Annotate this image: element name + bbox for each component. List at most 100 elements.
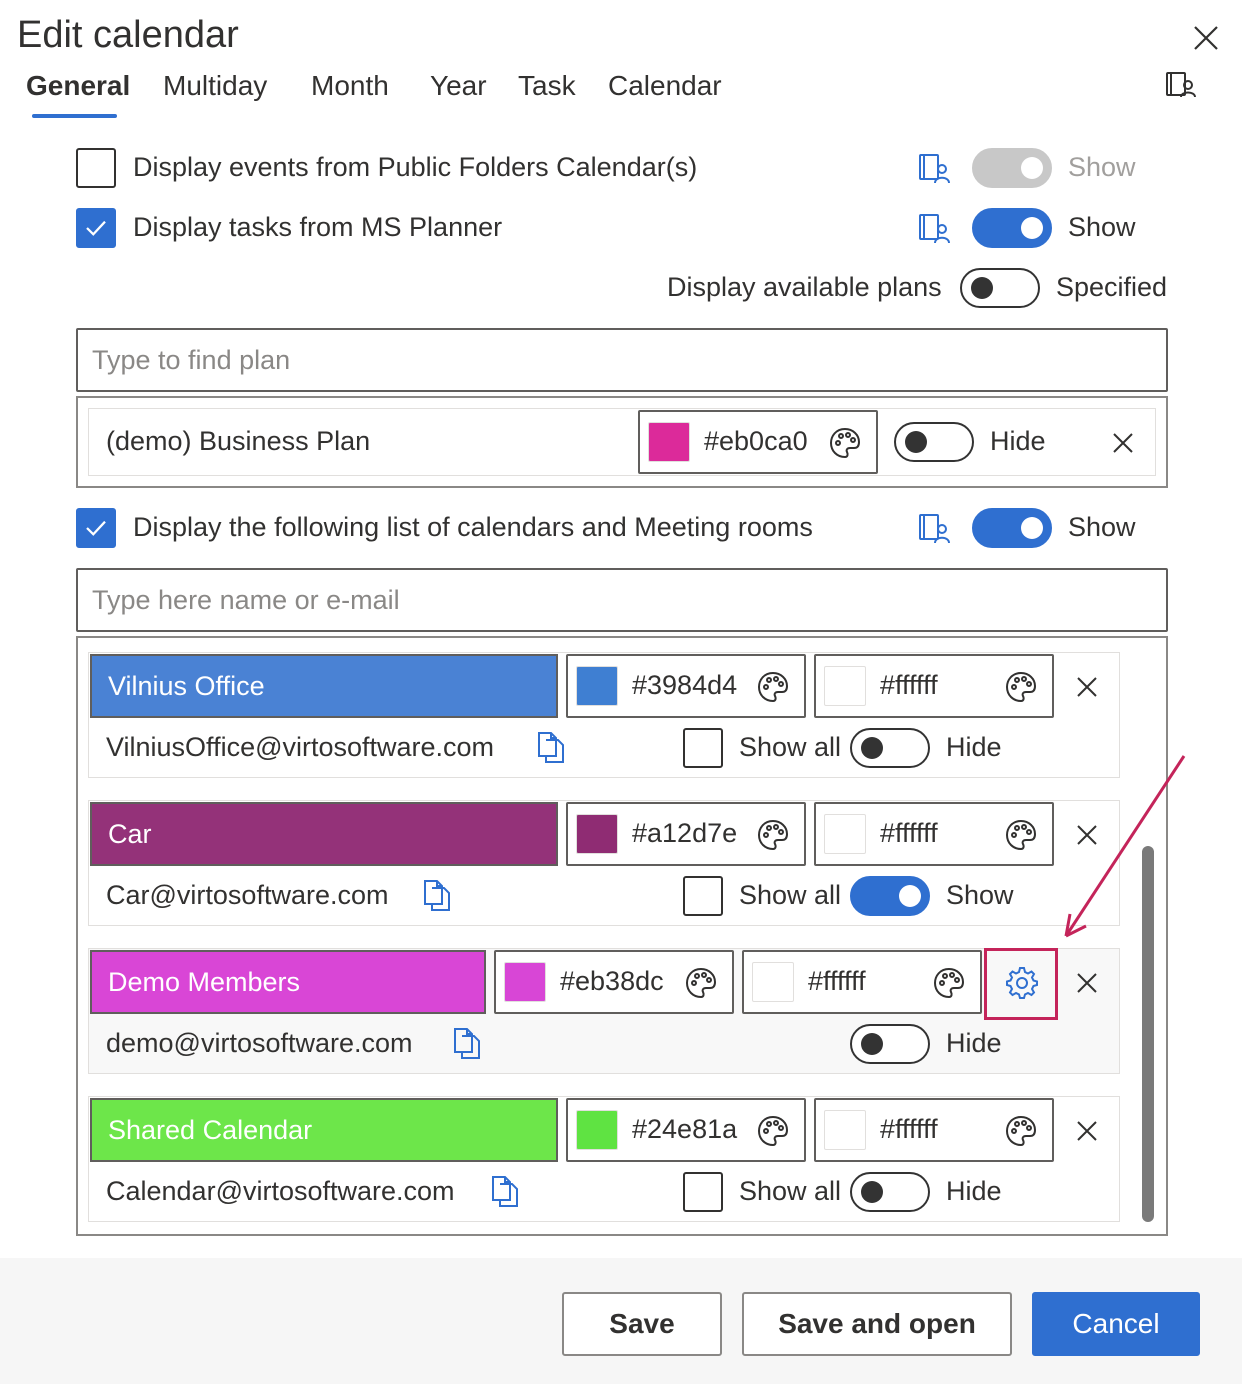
remove-icon[interactable] — [1072, 672, 1102, 702]
calendar-bg-color-picker[interactable]: #ffffff — [814, 1098, 1054, 1162]
tab-year[interactable]: Year — [430, 70, 487, 102]
public-folders-toggle[interactable] — [972, 148, 1052, 188]
calendar-toggle-label: Hide — [946, 732, 1002, 762]
copy-icon[interactable] — [490, 1174, 520, 1208]
copy-icon[interactable] — [536, 730, 566, 764]
remove-icon[interactable] — [1072, 1116, 1102, 1146]
palette-icon[interactable] — [828, 426, 862, 460]
calendars-list-toggle[interactable] — [972, 508, 1052, 548]
cancel-button[interactable]: Cancel — [1032, 1292, 1200, 1356]
calendar-toggle-label: Hide — [946, 1176, 1002, 1206]
calendar-bg-hex: #ffffff — [880, 818, 938, 848]
palette-icon[interactable] — [756, 818, 790, 852]
show-all-label: Show all — [739, 732, 842, 762]
active-tab-indicator — [32, 114, 117, 118]
calendar-color-picker[interactable]: #eb38dc — [494, 950, 734, 1014]
palette-icon[interactable] — [756, 1114, 790, 1148]
plan-name: (demo) Business Plan — [106, 426, 371, 456]
calendar-email: Car@virtosoftware.com — [106, 880, 389, 910]
calendar-name-bar[interactable]: Vilnius Office — [90, 654, 558, 718]
calendar-toggle[interactable] — [850, 1172, 930, 1212]
color-swatch — [752, 962, 794, 1002]
tab-multiday[interactable]: Multiday — [163, 70, 267, 102]
ms-planner-checkbox[interactable] — [76, 208, 116, 248]
checkmark-icon — [86, 520, 106, 536]
color-swatch — [648, 422, 690, 462]
remove-icon[interactable] — [1108, 428, 1138, 458]
remove-icon[interactable] — [1072, 968, 1102, 998]
palette-icon[interactable] — [1004, 670, 1038, 704]
calendars-list-checkbox[interactable] — [76, 508, 116, 548]
ms-planner-toggle-label: Show — [1068, 212, 1136, 242]
copy-icon[interactable] — [452, 1026, 482, 1060]
calendar-toggle[interactable] — [850, 876, 930, 916]
dialog-title: Edit calendar — [17, 14, 239, 56]
show-all-label: Show all — [739, 880, 842, 910]
calendar-toggle-label: Show — [946, 880, 1014, 910]
palette-icon[interactable] — [1004, 1114, 1038, 1148]
tab-calendar[interactable]: Calendar — [608, 70, 722, 102]
palette-icon[interactable] — [932, 966, 966, 1000]
color-swatch — [576, 666, 618, 706]
calendar-name-bar[interactable]: Car — [90, 802, 558, 866]
ms-planner-toggle[interactable] — [972, 208, 1052, 248]
plan-toggle[interactable] — [894, 422, 974, 462]
calendar-color-hex: #eb38dc — [560, 966, 664, 996]
checkmark-icon — [86, 220, 106, 236]
calendars-list-label: Display the following list of calendars … — [133, 512, 813, 542]
available-plans-toggle-label: Specified — [1056, 272, 1168, 302]
save-button[interactable]: Save — [562, 1292, 722, 1356]
public-folders-toggle-label: Show — [1068, 152, 1136, 182]
calendar-email: VilniusOffice@virtosoftware.com — [106, 732, 495, 762]
plan-toggle-label: Hide — [990, 426, 1046, 456]
tab-month[interactable]: Month — [311, 70, 389, 102]
save-and-open-button[interactable]: Save and open — [742, 1292, 1012, 1356]
public-folders-checkbox[interactable] — [76, 148, 116, 188]
address-book-icon[interactable] — [1164, 70, 1198, 100]
palette-icon[interactable] — [1004, 818, 1038, 852]
tab-general[interactable]: General — [26, 70, 130, 102]
palette-icon[interactable] — [684, 966, 718, 1000]
calendar-color-picker[interactable]: #24e81a — [566, 1098, 806, 1162]
calendar-bg-hex: #ffffff — [880, 670, 938, 700]
calendar-bg-hex: #ffffff — [808, 966, 866, 996]
calendar-bg-color-picker[interactable]: #ffffff — [814, 654, 1054, 718]
calendar-toggle[interactable] — [850, 1024, 930, 1064]
address-book-icon[interactable] — [918, 212, 952, 246]
calendar-color-picker[interactable]: #a12d7e — [566, 802, 806, 866]
calendar-toggle[interactable] — [850, 728, 930, 768]
calendar-color-picker[interactable]: #3984d4 — [566, 654, 806, 718]
color-swatch — [504, 962, 546, 1002]
show-all-checkbox[interactable] — [683, 1172, 723, 1212]
calendar-bg-color-picker[interactable]: #ffffff — [814, 802, 1054, 866]
color-swatch — [576, 814, 618, 854]
plan-search-input[interactable]: Type to find plan — [76, 328, 1168, 392]
close-icon[interactable] — [1186, 18, 1226, 58]
color-swatch — [576, 1110, 618, 1150]
address-book-icon[interactable] — [918, 512, 952, 546]
annotation-arrow — [1064, 755, 1186, 938]
calendar-color-hex: #24e81a — [632, 1114, 738, 1144]
copy-icon[interactable] — [422, 878, 452, 912]
calendar-email: demo@virtosoftware.com — [106, 1028, 413, 1058]
show-all-checkbox[interactable] — [683, 876, 723, 916]
show-all-label: Show all — [739, 1176, 842, 1206]
calendar-bg-color-picker[interactable]: #ffffff — [742, 950, 982, 1014]
available-plans-label: Display available plans — [667, 272, 942, 302]
calendar-search-input[interactable]: Type here name or e-mail — [76, 568, 1168, 632]
tab-task[interactable]: Task — [518, 70, 576, 102]
palette-icon[interactable] — [756, 670, 790, 704]
calendar-color-hex: #3984d4 — [632, 670, 738, 700]
show-all-checkbox[interactable] — [683, 728, 723, 768]
public-folders-label: Display events from Public Folders Calen… — [133, 152, 698, 182]
color-swatch — [824, 666, 866, 706]
gear-icon[interactable] — [1003, 964, 1041, 1002]
plan-color-picker[interactable]: #eb0ca0 — [638, 410, 878, 474]
calendar-name-bar[interactable]: Demo Members — [90, 950, 486, 1014]
ms-planner-label: Display tasks from MS Planner — [133, 212, 503, 242]
address-book-icon[interactable] — [918, 152, 952, 186]
calendar-name-bar[interactable]: Shared Calendar — [90, 1098, 558, 1162]
color-swatch — [824, 814, 866, 854]
calendar-bg-hex: #ffffff — [880, 1114, 938, 1144]
available-plans-toggle[interactable] — [960, 268, 1040, 308]
